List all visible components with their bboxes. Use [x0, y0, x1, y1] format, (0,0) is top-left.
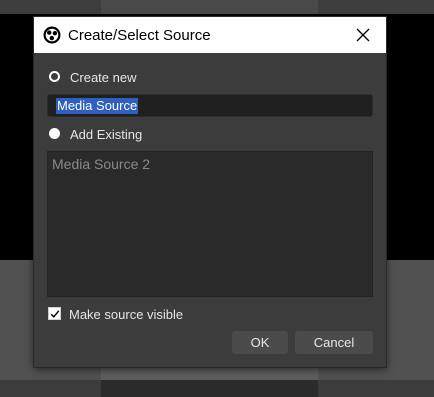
add-existing-label[interactable]: Add Existing — [70, 127, 142, 142]
cancel-button[interactable]: Cancel — [295, 331, 373, 354]
ok-button[interactable]: OK — [232, 331, 288, 354]
background-statusbar — [0, 380, 434, 397]
close-button[interactable] — [340, 17, 386, 53]
obs-logo-icon — [43, 26, 61, 44]
create-new-label[interactable]: Create new — [70, 70, 136, 85]
make-visible-checkbox[interactable] — [48, 307, 61, 320]
create-new-radio[interactable] — [49, 71, 60, 82]
existing-sources-list[interactable]: Media Source 2 — [47, 151, 373, 297]
dialog-title: Create/Select Source — [68, 27, 211, 44]
background-panel-right — [318, 0, 434, 14]
list-item[interactable]: Media Source 2 — [52, 156, 150, 173]
background-toolbar — [0, 0, 434, 14]
create-select-source-dialog: Create/Select Source Create new Media So… — [34, 17, 386, 367]
source-name-input[interactable]: Media Source — [47, 94, 373, 117]
dialog-titlebar[interactable]: Create/Select Source — [34, 17, 386, 53]
checkmark-icon — [50, 310, 60, 318]
background-panel-left — [0, 0, 101, 14]
add-existing-radio[interactable] — [49, 128, 60, 139]
close-icon — [356, 28, 370, 42]
background-statusbar-center — [101, 380, 318, 397]
make-visible-label[interactable]: Make source visible — [69, 307, 183, 322]
source-name-value: Media Source — [56, 98, 139, 114]
